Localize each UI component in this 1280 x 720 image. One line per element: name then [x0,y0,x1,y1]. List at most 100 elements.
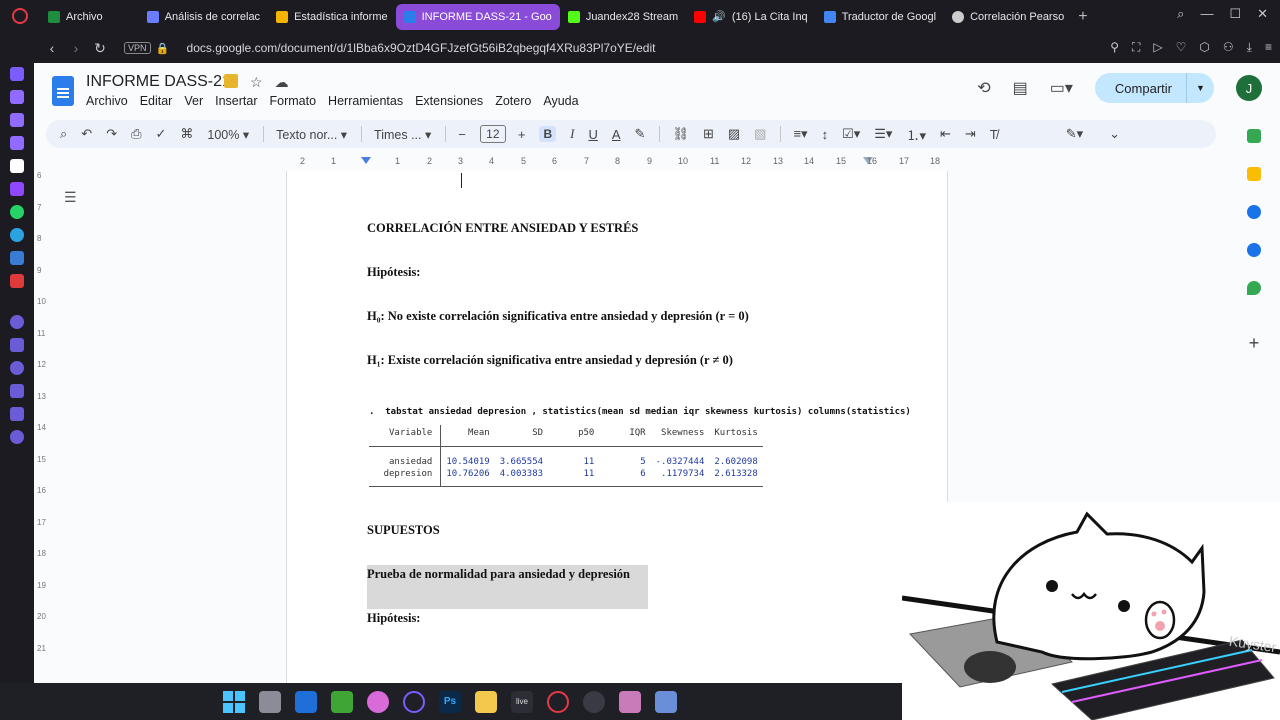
style-select[interactable]: Texto nor... ▾ [276,127,347,142]
menu-insertar[interactable]: Insertar [215,94,257,108]
screenshot-icon[interactable]: ⛶ [1132,40,1140,55]
photoshop-icon[interactable]: Ps [439,690,461,713]
menu-editar[interactable]: Editar [140,94,173,108]
crypto-icon[interactable] [10,90,24,104]
back-icon[interactable]: ‹ [40,40,64,56]
pinboard-icon[interactable] [10,113,24,127]
clear-icon[interactable]: ▧ [754,126,766,142]
word-icon[interactable] [295,690,317,713]
calculator-icon[interactable] [655,690,677,713]
browser-tab[interactable]: Análisis de correlac [139,4,268,30]
live-icon[interactable]: live [511,690,533,713]
new-tab-button[interactable]: + [1078,8,1087,26]
tasks-icon[interactable] [1247,205,1261,219]
outline-icon[interactable]: ☰ [64,189,77,206]
photos-icon[interactable] [619,690,641,713]
search-icon[interactable]: ⌕ [1177,6,1184,22]
download-icon[interactable]: ⤓ [1247,40,1252,55]
minimize-button[interactable]: — [1200,6,1213,22]
collapse-menus-icon[interactable]: ⌄ [1109,126,1120,142]
checklist-icon[interactable]: ☑▾ [842,126,860,142]
maximize-button[interactable]: ☐ [1229,6,1241,22]
italic-icon[interactable]: I [570,126,574,142]
lock-icon[interactable]: 🔒 [151,42,175,55]
pin-icon[interactable]: ⚲ [1110,40,1119,55]
redo-icon[interactable]: ↷ [106,126,117,142]
browser-tab-active[interactable]: INFORME DASS-21 - Goo [395,3,560,30]
clear-formatting-icon[interactable]: T̸ [990,127,998,142]
video-call-icon[interactable]: ▭▾ [1050,78,1073,98]
zoom-select[interactable]: 100% ▾ [207,127,249,142]
history-icon[interactable]: ⟲ [977,78,990,98]
browser-tab[interactable]: Traductor de Googl [816,4,944,30]
heart-icon[interactable]: ♡ [1176,40,1187,55]
document-title[interactable]: INFORME DASS-21 [86,73,231,91]
docs-logo-icon[interactable] [52,76,74,106]
bold-icon[interactable]: B [539,126,557,142]
highlight-icon[interactable]: ✎ [635,126,646,142]
menu-icon[interactable]: ≡ [1265,40,1272,55]
account-icon[interactable]: ⚇ [1223,40,1234,55]
get-addons-icon[interactable]: + [1249,333,1260,354]
url-field[interactable]: docs.google.com/document/d/1lBba6x9OztD4… [187,41,656,55]
app-icon[interactable] [10,274,24,288]
line-spacing-icon[interactable]: ↕ [822,127,829,142]
opera-icon[interactable] [547,690,569,713]
numbered-list-icon[interactable]: ⒈▾ [906,125,926,144]
file-manager-icon[interactable] [259,690,281,713]
extensions-sidebar-icon[interactable] [10,407,24,421]
decrease-font-size-icon[interactable]: − [458,127,466,142]
app-icon[interactable] [583,690,605,713]
hourglass-icon[interactable] [10,338,24,352]
whatsapp-icon[interactable] [10,205,24,219]
extensions-icon[interactable]: ⬡ [1199,40,1209,55]
aria-icon[interactable] [10,67,24,81]
comment-icon[interactable]: ▤ [1013,78,1028,98]
add-comment-icon[interactable]: ⊞ [703,126,714,142]
menu-zotero[interactable]: Zotero [495,94,531,108]
keep-icon[interactable] [1247,167,1261,181]
cloud-icon[interactable]: ☁ [275,74,289,91]
increase-indent-icon[interactable]: ⇥ [965,126,976,142]
insert-image-icon[interactable]: ▨ [728,126,740,142]
decrease-indent-icon[interactable]: ⇤ [940,126,951,142]
star-icon[interactable]: ☆ [250,74,263,91]
maps-icon[interactable] [1247,281,1261,295]
spellcheck-icon[interactable]: ✓ [156,126,167,142]
paint-format-icon[interactable]: ⌘ [180,126,193,142]
editing-mode-icon[interactable]: ✎▾ [1066,126,1083,142]
menu-formato[interactable]: Formato [270,94,317,108]
browser-tab[interactable]: Juandex28 Stream [560,4,686,30]
text-color-icon[interactable]: A [612,127,621,142]
menu-extensiones[interactable]: Extensiones [415,94,483,108]
sheets-icon[interactable] [1247,129,1261,143]
link-icon[interactable]: ⛓ [672,126,689,142]
align-icon[interactable]: ≡▾ [793,126,807,142]
menu-ver[interactable]: Ver [184,94,203,108]
menu-ayuda[interactable]: Ayuda [543,94,578,108]
avatar[interactable]: J [1236,75,1262,101]
share-dropdown-icon[interactable]: ▼ [1186,73,1214,103]
vpn-badge[interactable]: VPN [124,42,151,54]
menu-herramientas[interactable]: Herramientas [328,94,403,108]
reload-icon[interactable]: ↻ [88,40,112,57]
windows-start-icon[interactable] [223,690,245,713]
contacts-icon[interactable] [1247,243,1261,257]
tiktok-icon[interactable] [10,159,24,173]
undo-icon[interactable]: ↶ [81,126,92,142]
browser-tab[interactable]: Correlación Pearso [944,4,1072,30]
player-icon[interactable] [10,136,24,150]
history-sidebar-icon[interactable] [10,361,24,375]
play-icon[interactable]: ▷ [1153,40,1162,55]
opera-gx-icon[interactable] [403,690,425,713]
font-select[interactable]: Times ... ▾ [374,127,431,142]
left-indent-marker[interactable] [361,157,371,164]
telegram-icon[interactable] [10,228,24,242]
messenger-icon[interactable] [10,251,24,265]
bulleted-list-icon[interactable]: ☰▾ [874,126,892,142]
player-control-icon[interactable] [10,315,24,329]
search-menus-icon[interactable]: ⌕ [60,126,67,142]
browser-tab[interactable]: Archivo [40,4,111,30]
move-folder-icon[interactable] [224,74,238,88]
font-size-input[interactable]: 12 [479,125,506,143]
